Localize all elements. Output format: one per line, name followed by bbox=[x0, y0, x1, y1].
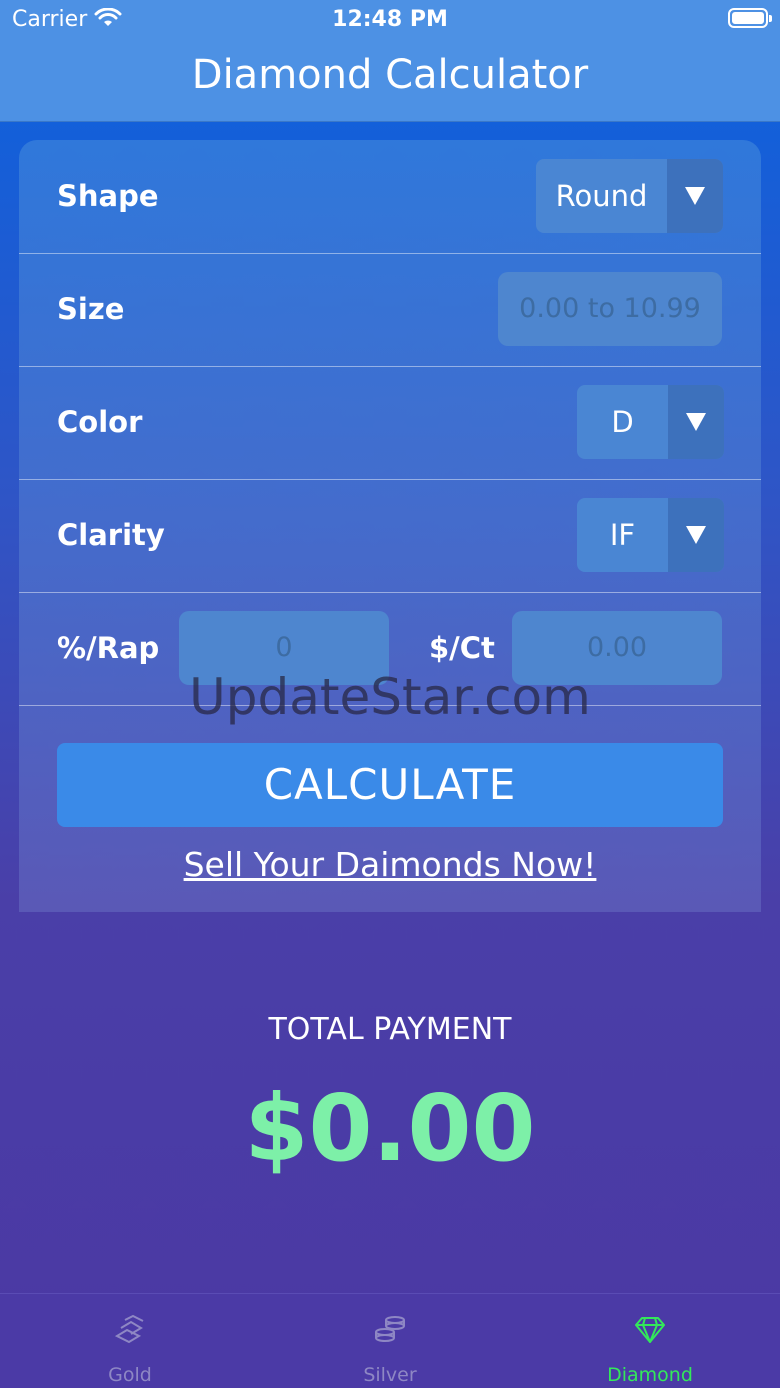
total-payment-amount: $0.00 bbox=[244, 1075, 536, 1182]
shape-picker[interactable]: Round bbox=[536, 159, 723, 233]
tab-silver-label: Silver bbox=[363, 1364, 417, 1386]
sell-diamonds-link[interactable]: Sell Your Daimonds Now! bbox=[0, 845, 780, 884]
size-row: Size 0.00 to 10.99 bbox=[19, 253, 761, 367]
tab-silver[interactable]: Silver bbox=[260, 1294, 520, 1388]
dropdown-arrow-icon[interactable] bbox=[667, 159, 723, 233]
shape-row: Shape Round bbox=[19, 140, 761, 254]
page-title: Diamond Calculator bbox=[191, 52, 589, 98]
tab-bar: Gold Silver Diamond bbox=[0, 1293, 780, 1388]
silver-coins-icon bbox=[375, 1316, 405, 1342]
battery-icon bbox=[728, 8, 772, 28]
color-row: Color D bbox=[19, 366, 761, 480]
color-value: D bbox=[611, 405, 634, 439]
tab-diamond[interactable]: Diamond bbox=[520, 1294, 780, 1388]
diamond-icon bbox=[635, 1317, 665, 1343]
total-payment-label: TOTAL PAYMENT bbox=[268, 1012, 512, 1047]
color-picker[interactable]: D bbox=[577, 385, 724, 459]
status-time: 12:48 PM bbox=[332, 7, 448, 32]
dropdown-arrow-icon[interactable] bbox=[668, 498, 724, 572]
calculate-button[interactable]: CALCULATE bbox=[57, 743, 723, 827]
shape-label: Shape bbox=[57, 179, 159, 213]
clarity-row: Clarity IF bbox=[19, 479, 761, 593]
gold-bars-icon bbox=[114, 1314, 144, 1344]
clarity-label: Clarity bbox=[57, 518, 165, 552]
status-bar: Carrier 12:48 PM bbox=[0, 0, 780, 40]
color-label: Color bbox=[57, 405, 143, 439]
dropdown-arrow-icon[interactable] bbox=[668, 385, 724, 459]
clarity-picker[interactable]: IF bbox=[577, 498, 724, 572]
tab-gold-label: Gold bbox=[108, 1364, 152, 1386]
size-label: Size bbox=[57, 292, 125, 326]
tab-gold[interactable]: Gold bbox=[0, 1294, 260, 1388]
size-input[interactable]: 0.00 to 10.99 bbox=[498, 272, 722, 346]
clarity-value: IF bbox=[609, 518, 636, 552]
tab-diamond-label: Diamond bbox=[607, 1364, 693, 1386]
navigation-bar: Diamond Calculator bbox=[0, 40, 780, 122]
shape-value: Round bbox=[555, 179, 648, 213]
watermark: UpdateStar.com bbox=[189, 668, 591, 726]
